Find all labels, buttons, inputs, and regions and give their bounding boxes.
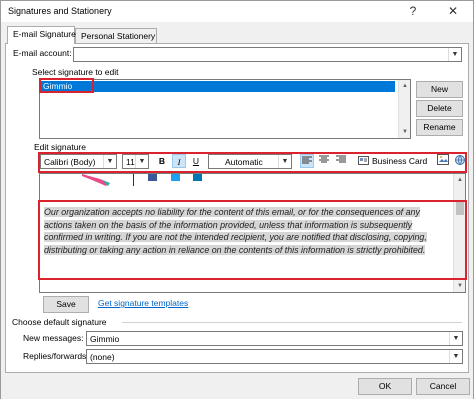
twitter-icon (171, 174, 180, 181)
scroll-up-icon[interactable]: ▲ (454, 174, 465, 186)
tab-label: Personal Stationery (81, 31, 156, 41)
chevron-down-icon: ▼ (449, 332, 462, 345)
font-color-select[interactable]: Automatic ▼ (208, 154, 292, 169)
group-separator (122, 322, 462, 323)
ok-button[interactable]: OK (358, 378, 412, 395)
new-messages-label: New messages: (23, 333, 84, 343)
title-bar: Signatures and Stationery ? ✕ (1, 1, 473, 22)
default-signature-label: Choose default signature (12, 317, 107, 327)
scroll-up-icon[interactable]: ▲ (399, 80, 410, 92)
help-button[interactable]: ? (401, 3, 425, 19)
delete-signature-button[interactable]: Delete (416, 100, 463, 117)
select-signature-label: Select signature to edit (32, 67, 119, 77)
new-messages-select[interactable]: Gimmio ▼ (86, 331, 463, 346)
scroll-down-icon[interactable]: ▼ (454, 280, 465, 292)
scroll-thumb[interactable] (456, 201, 464, 215)
chevron-down-icon: ▼ (135, 155, 148, 168)
align-right-icon[interactable] (334, 154, 348, 168)
email-account-label: E-mail account: (13, 48, 72, 58)
chevron-down-icon: ▼ (278, 155, 291, 168)
signature-list-scrollbar[interactable]: ▲ ▼ (398, 80, 410, 138)
new-signature-button[interactable]: New (416, 81, 463, 98)
signature-templates-link[interactable]: Get signature templates (98, 298, 188, 308)
signature-editor[interactable]: Our organization accepts no liability fo… (39, 173, 466, 293)
save-button[interactable]: Save (43, 296, 89, 313)
logo-divider (133, 174, 134, 186)
logo-graphic (82, 174, 110, 186)
window-title: Signatures and Stationery (8, 6, 112, 16)
tab-email-signature[interactable]: E-mail Signature (7, 26, 76, 44)
business-card-button[interactable]: Business Card (356, 154, 432, 168)
insert-picture-icon[interactable] (436, 154, 450, 168)
close-button[interactable]: ✕ (441, 3, 465, 19)
signature-list-item[interactable]: Gimmio (41, 81, 395, 92)
disclaimer-text: Our organization accepts no liability fo… (44, 207, 427, 255)
rename-signature-button[interactable]: Rename (416, 119, 463, 136)
edit-signature-label: Edit signature (34, 142, 86, 152)
insert-hyperlink-icon[interactable] (453, 154, 467, 168)
font-size-select[interactable]: 11 ▼ (122, 154, 149, 169)
underline-button[interactable]: U (189, 154, 203, 168)
business-card-icon (358, 156, 369, 165)
new-messages-value: Gimmio (90, 334, 120, 344)
scroll-down-icon[interactable]: ▼ (399, 126, 410, 138)
cancel-button[interactable]: Cancel (416, 378, 470, 395)
facebook-icon (148, 174, 157, 181)
tab-label: E-mail Signature (13, 29, 76, 39)
signatures-dialog: Signatures and Stationery ? ✕ E-mail Sig… (0, 0, 474, 399)
align-center-icon[interactable] (317, 154, 331, 168)
signature-list[interactable]: Gimmio ▲ ▼ (39, 79, 411, 139)
formatting-toolbar: Calibri (Body) ▼ 11 ▼ B I U Automatic ▼ (38, 152, 466, 171)
align-left-icon[interactable] (300, 154, 314, 168)
chevron-down-icon: ▼ (448, 48, 461, 61)
chevron-down-icon: ▼ (103, 155, 116, 168)
linkedin-icon (193, 174, 202, 181)
italic-button[interactable]: I (172, 154, 186, 168)
font-value: Calibri (Body) (44, 157, 96, 167)
dialog-footer: OK Cancel (1, 374, 473, 399)
email-account-select[interactable]: ▼ (73, 47, 462, 62)
tab-panel: E-mail account: ▼ Select signature to ed… (5, 43, 469, 373)
replies-forwards-select[interactable]: (none) ▼ (86, 349, 463, 364)
chevron-down-icon: ▼ (449, 350, 462, 363)
bold-button[interactable]: B (155, 154, 169, 168)
font-select[interactable]: Calibri (Body) ▼ (40, 154, 117, 169)
font-color-value: Automatic (225, 157, 263, 167)
font-size-value: 11 (126, 157, 135, 167)
replies-forwards-label: Replies/forwards: (23, 351, 89, 361)
tab-personal-stationery[interactable]: Personal Stationery (75, 28, 157, 44)
business-card-label: Business Card (372, 156, 428, 166)
replies-forwards-value: (none) (90, 352, 115, 362)
editor-scrollbar[interactable]: ▲ ▼ (453, 174, 465, 292)
